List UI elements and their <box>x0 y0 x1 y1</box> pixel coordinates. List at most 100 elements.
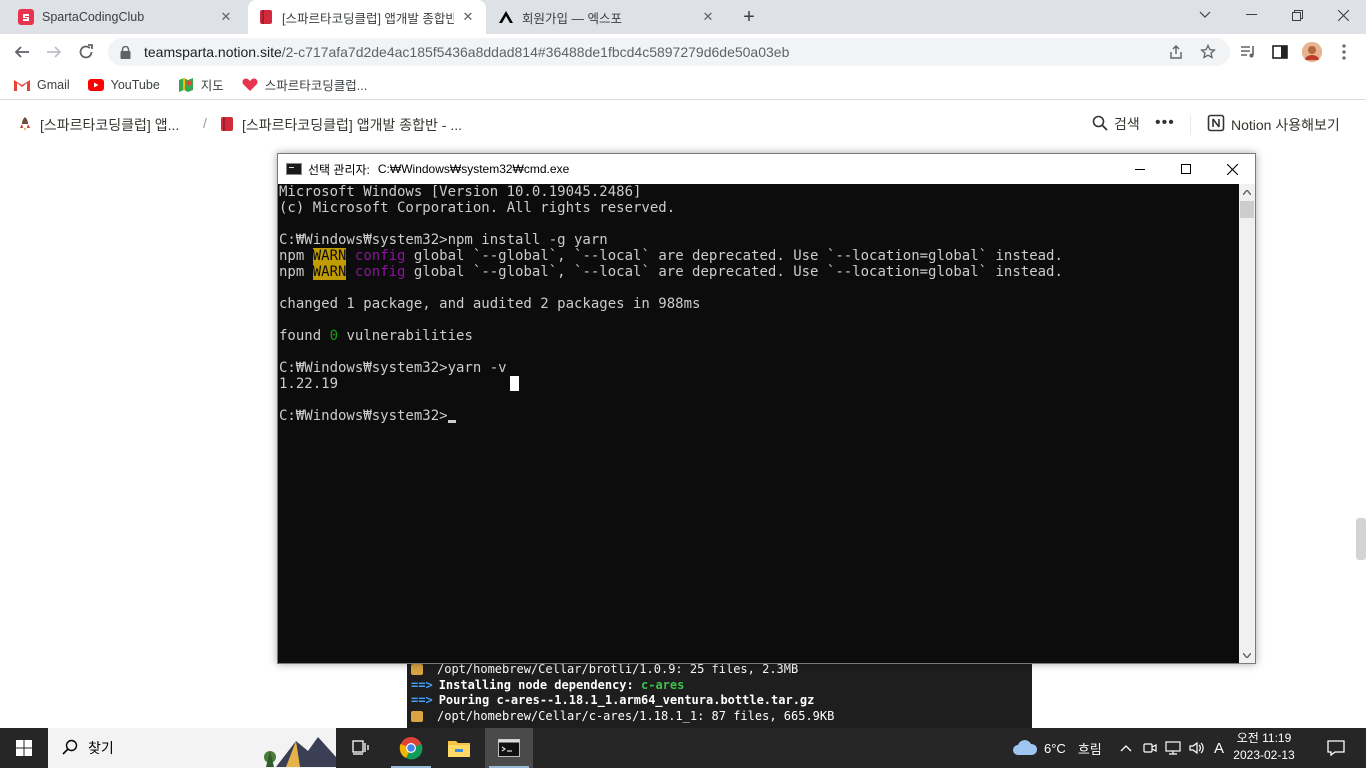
cmd-window[interactable]: 선택 관리자: C:₩Windows₩system32₩cmd.exe Micr… <box>277 153 1256 664</box>
url-host: teamsparta.notion.site <box>144 44 282 60</box>
browser-toolbar: teamsparta.notion.site/2-c717afa7d2de4ac… <box>0 34 1366 70</box>
breadcrumb-label: [스파르타코딩클럽] 앱개발 종합반 - ... <box>242 117 462 133</box>
bookmark-label: YouTube <box>110 77 160 92</box>
try-notion-button[interactable]: Notion 사용해보기 <box>1207 114 1340 135</box>
lock-icon[interactable] <box>120 45 134 59</box>
cmd-title-bar[interactable]: 선택 관리자: C:₩Windows₩system32₩cmd.exe <box>278 154 1255 184</box>
console-line-found: found 0 vulnerabilities <box>279 328 1239 344</box>
found-suffix: vulnerabilities <box>338 328 473 344</box>
volume-icon[interactable] <box>1189 728 1205 768</box>
avatar <box>1302 42 1322 62</box>
npm-prefix: npm <box>279 264 305 280</box>
share-icon[interactable] <box>1164 40 1188 64</box>
notion-logo-icon <box>1207 114 1225 135</box>
weather-widget[interactable]: 6°C 흐림 <box>1012 728 1102 768</box>
minimize-icon[interactable] <box>1228 0 1274 30</box>
tab-sparta-app-course[interactable]: [스파르타코딩클럽] 앱개발 종합반 ✕ <box>248 0 486 34</box>
search-highlight-illustration-icon <box>256 728 336 768</box>
page-scrollbar-thumb[interactable] <box>1356 518 1366 560</box>
vulnerability-count: 0 <box>329 328 339 344</box>
scroll-up-icon[interactable] <box>1239 184 1255 200</box>
taskbar-search-box[interactable]: 찾기 <box>48 728 336 768</box>
tab-close-icon[interactable]: ✕ <box>460 9 476 25</box>
search-icon <box>1092 115 1108 134</box>
tab-search-chevron-icon[interactable] <box>1182 0 1228 30</box>
media-queue-icon[interactable] <box>1236 40 1260 64</box>
breadcrumb-parent[interactable]: [스파르타코딩클럽] 앱... <box>18 115 179 135</box>
search-icon <box>62 739 78 758</box>
meet-now-icon[interactable] <box>1143 728 1157 768</box>
address-bar[interactable]: teamsparta.notion.site/2-c717afa7d2de4ac… <box>108 38 1230 66</box>
terminal-line-value: c-ares <box>641 677 685 692</box>
scroll-down-icon[interactable] <box>1239 647 1255 663</box>
task-view-icon[interactable] <box>337 728 385 768</box>
cmd-taskbar-icon[interactable] <box>485 728 533 768</box>
terminal-line: Pouring c-ares--1.18.1_1.arm64_ventura.b… <box>438 693 815 707</box>
cmd-close-icon[interactable] <box>1209 154 1255 184</box>
new-tab-button[interactable]: + <box>737 5 761 29</box>
bookmark-label: Gmail <box>37 77 70 92</box>
cmd-maximize-icon[interactable] <box>1163 154 1209 184</box>
windows-start-icon[interactable] <box>0 728 48 768</box>
tab-title: SpartaCodingClub <box>42 10 145 24</box>
tab-expo-signup[interactable]: 회원가입 — 엑스포 ✕ <box>488 0 726 34</box>
tab-close-icon[interactable]: ✕ <box>700 9 716 25</box>
header-divider <box>1190 115 1191 135</box>
cmd-title-prefix: 선택 관리자: <box>308 162 370 177</box>
cmd-minimize-icon[interactable] <box>1117 154 1163 184</box>
notion-search-button[interactable]: 검색 <box>1092 114 1140 134</box>
chrome-taskbar-icon[interactable] <box>387 728 435 768</box>
network-icon[interactable] <box>1165 728 1181 768</box>
sparta-heart-icon <box>242 77 258 93</box>
bookmark-star-icon[interactable] <box>1196 40 1220 64</box>
back-arrow-icon[interactable] <box>8 38 36 66</box>
console-line: C:₩Windows₩system32>yarn -v <box>279 360 507 376</box>
console-line: changed 1 package, and audited 2 package… <box>279 296 701 312</box>
clock-date: 2023-02-13 <box>1233 748 1295 762</box>
profile-avatar[interactable] <box>1300 40 1324 64</box>
file-explorer-icon[interactable] <box>435 728 483 768</box>
cmd-title-path: C:₩Windows₩system32₩cmd.exe <box>377 162 570 176</box>
bookmark-gmail[interactable]: Gmail <box>14 77 70 93</box>
beer-mug-icon <box>411 664 423 676</box>
input-method-indicator[interactable]: A <box>1214 728 1224 768</box>
more-menu-icon[interactable] <box>1332 40 1356 64</box>
beer-mug-icon <box>411 710 423 722</box>
browser-tab-strip: SpartaCodingClub ✕ [스파르타코딩클럽] 앱개발 종합반 ✕ … <box>0 0 1366 34</box>
youtube-icon <box>87 77 104 93</box>
config-label: config <box>354 264 406 280</box>
text-cursor <box>447 420 456 423</box>
side-panel-icon[interactable] <box>1268 40 1292 64</box>
bookmark-label: 스파르타코딩클럽... <box>264 79 368 93</box>
breadcrumb-separator: / <box>203 115 207 131</box>
tab-close-icon[interactable]: ✕ <box>218 9 234 25</box>
bookmark-spartacodingclub[interactable]: 스파르타코딩클럽... <box>242 75 367 94</box>
cmd-scrollbar[interactable] <box>1239 184 1255 663</box>
cloud-icon <box>1012 738 1038 759</box>
notion-more-button[interactable]: ••• <box>1155 114 1175 132</box>
restore-icon[interactable] <box>1274 0 1320 30</box>
system-clock[interactable]: 오전 11:19 2023-02-13 <box>1232 730 1296 764</box>
bookmark-youtube[interactable]: YouTube <box>87 77 160 93</box>
warn-badge: WARN <box>312 264 347 280</box>
tab-spartacodingclub[interactable]: SpartaCodingClub ✕ <box>8 0 244 34</box>
google-maps-icon <box>178 77 194 93</box>
npm-prefix: npm <box>279 248 305 264</box>
notification-center-icon[interactable] <box>1316 728 1356 768</box>
reload-icon[interactable] <box>72 38 100 66</box>
cmd-scrollbar-thumb[interactable] <box>1240 201 1254 218</box>
embedded-terminal-screenshot: /opt/homebrew/Cellar/brotli/1.0.9: 25 fi… <box>407 655 1032 728</box>
bookmark-maps[interactable]: 지도 <box>178 75 224 94</box>
gmail-icon <box>14 77 30 93</box>
cmd-console-output[interactable]: Microsoft Windows [Version 10.0.19045.24… <box>278 184 1239 663</box>
breadcrumb-label: [스파르타코딩클럽] 앱... <box>40 117 180 133</box>
console-line: Microsoft Windows [Version 10.0.19045.24… <box>279 184 642 200</box>
tray-overflow-chevron-icon[interactable] <box>1120 728 1132 768</box>
forward-arrow-icon[interactable] <box>40 38 68 66</box>
console-prompt-line: C:₩Windows₩system32> <box>279 408 1239 424</box>
close-window-icon[interactable] <box>1320 0 1366 30</box>
breadcrumb-current[interactable]: [스파르타코딩클럽] 앱개발 종합반 - ... <box>220 115 462 135</box>
